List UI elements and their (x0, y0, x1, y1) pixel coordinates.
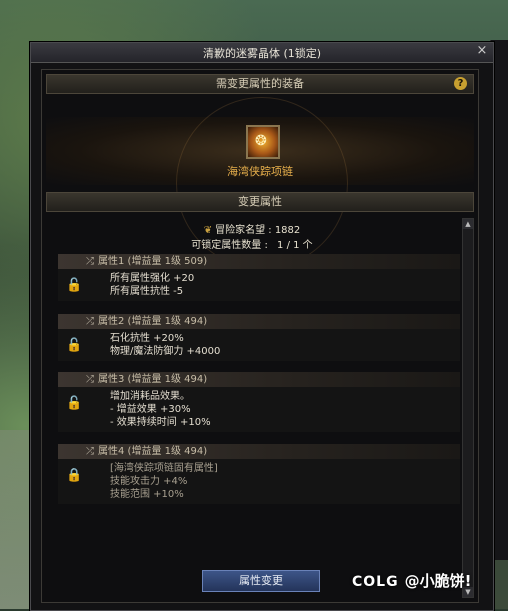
attribute-body: 🔓 石化抗性 +20% 物理/魔法防御力 +4000 (58, 329, 460, 361)
equip-display: ❂ 海湾侠踪项链 (46, 97, 474, 269)
unlocked-padlock-icon[interactable]: 🔓 (66, 397, 82, 410)
attribute-line: - 效果持续时间 +10% (110, 417, 211, 428)
attribute-row-2[interactable]: ⤮ 属性2 (增益量 1级 494) 🔓 石化抗性 +20% 物理/魔法防御力 +… (58, 314, 460, 361)
attribute-body: 🔓 所有属性强化 +20 所有属性抗性 -5 (58, 269, 460, 301)
equipment-name: 海湾侠踪项链 (227, 165, 293, 178)
necklace-icon: ❂ (255, 133, 267, 149)
attribute-title: 属性3 (增益量 1级 494) (98, 374, 208, 385)
attribute-line: 物理/魔法防御力 +4000 (110, 346, 221, 357)
change-section-title: 变更属性 (238, 195, 282, 208)
unlocked-padlock-icon[interactable]: 🔓 (66, 279, 82, 292)
equipment-slot[interactable]: ❂ (246, 125, 280, 159)
attribute-title: 属性2 (增益量 1级 494) (98, 316, 208, 327)
reputation-label: 冒险家名望 : 1882 (215, 225, 301, 236)
titlebar: 清歉的迷雾晶体 (1锁定) × (31, 43, 493, 63)
attribute-header: ⤮ 属性2 (增益量 1级 494) (58, 314, 460, 329)
attribute-row-1[interactable]: ⤮ 属性1 (增益量 1级 509) 🔓 所有属性强化 +20 所有属性抗性 -5 (58, 254, 460, 301)
colg-logo: COLG (352, 574, 399, 590)
shuffle-icon: ⤮ (86, 446, 94, 457)
shuffle-icon: ⤮ (86, 374, 94, 385)
lock-count-row: 可锁定属性数量 : 1 / 1 个 (46, 236, 458, 251)
attribute-line: 所有属性抗性 -5 (110, 286, 184, 297)
shuffle-icon: ⤮ (86, 256, 94, 267)
attribute-title: 属性4 (增益量 1级 494) (98, 446, 208, 457)
watermark: COLG @小脆饼! (352, 570, 471, 591)
attribute-header: ⤮ 属性3 (增益量 1级 494) (58, 372, 460, 387)
attribute-row-3[interactable]: ⤮ 属性3 (增益量 1级 494) 🔓 增加消耗品效果。 - 增益效果 +30%… (58, 372, 460, 432)
reputation-row: ❦ 冒险家名望 : 1882 (46, 221, 458, 236)
attribute-line: 所有属性强化 +20 (110, 273, 195, 284)
equip-section-header: 需变更属性的装备 ? (46, 74, 474, 94)
close-icon[interactable]: × (475, 44, 489, 58)
watermark-text: @小脆饼! (404, 572, 472, 590)
scrollbar[interactable]: ▲ ▼ (462, 218, 474, 598)
dialog-content: 需变更属性的装备 ? ❂ 海湾侠踪项链 变更属性 ❦ 冒险家名望 : 1882 可… (41, 69, 479, 603)
attribute-header: ⤮ 属性1 (增益量 1级 509) (58, 254, 460, 269)
attribute-line: 技能范围 +10% (110, 489, 184, 500)
attribute-line: 技能攻击力 +4% (110, 476, 188, 487)
attribute-line: 石化抗性 +20% (110, 333, 184, 344)
scroll-up-icon[interactable]: ▲ (463, 219, 473, 229)
unlocked-padlock-icon[interactable]: 🔓 (66, 339, 82, 352)
lock-count-label: 可锁定属性数量 : (191, 240, 268, 251)
help-icon[interactable]: ? (454, 77, 467, 90)
crystal-dialog: 清歉的迷雾晶体 (1锁定) × 需变更属性的装备 ? ❂ 海湾侠踪项链 变更属性… (30, 42, 494, 611)
window-title: 清歉的迷雾晶体 (1锁定) (202, 47, 322, 60)
reputation-crest-icon: ❦ (203, 225, 213, 236)
attribute-list: ❦ 冒险家名望 : 1882 可锁定属性数量 : 1 / 1 个 ⤮ 属性1 (增益… (46, 218, 460, 596)
change-attribute-button[interactable]: 属性变更 (202, 570, 320, 592)
lock-count-value: 1 / 1 个 (277, 240, 313, 251)
attribute-line: 增加消耗品效果。 (110, 391, 190, 402)
attribute-body: 🔒 [海湾侠踪项链固有属性] 技能攻击力 +4% 技能范围 +10% (58, 459, 460, 504)
attribute-header: ⤮ 属性4 (增益量 1级 494) (58, 444, 460, 459)
attribute-body: 🔓 增加消耗品效果。 - 增益效果 +30% - 效果持续时间 +10% (58, 387, 460, 432)
attribute-line: - 增益效果 +30% (110, 404, 191, 415)
attribute-line: [海湾侠踪项链固有属性] (110, 463, 218, 474)
equip-section-title: 需变更属性的装备 (216, 77, 304, 90)
shuffle-icon: ⤮ (86, 316, 94, 327)
attribute-row-4[interactable]: ⤮ 属性4 (增益量 1级 494) 🔒 [海湾侠踪项链固有属性] 技能攻击力 +… (58, 444, 460, 504)
attribute-title: 属性1 (增益量 1级 509) (98, 256, 208, 267)
locked-padlock-icon[interactable]: 🔒 (66, 469, 82, 482)
change-section-header: 变更属性 (46, 192, 474, 212)
